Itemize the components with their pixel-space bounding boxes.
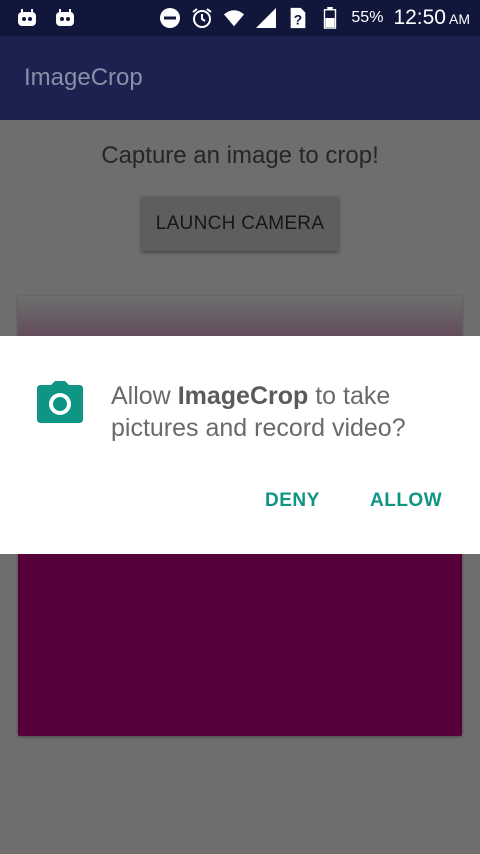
app-title: ImageCrop [24, 64, 143, 91]
status-bar: ? 55% 12:50 AM [0, 0, 480, 36]
launch-camera-button[interactable]: LAUNCH CAMERA [141, 196, 339, 251]
permission-message: Allow ImageCrop to take pictures and rec… [111, 380, 461, 444]
clock-ampm: AM [449, 11, 470, 27]
svg-text:?: ? [294, 12, 302, 27]
battery-icon [324, 7, 337, 29]
battery-percent: 55% [351, 9, 384, 26]
notification-icons [16, 9, 76, 27]
clock-time: 12:50 [393, 6, 446, 29]
camera-icon [37, 381, 83, 423]
app-bar: ImageCrop [0, 36, 480, 120]
allow-button[interactable]: ALLOW [370, 490, 442, 512]
wifi-icon [224, 10, 245, 27]
sim-unknown-icon: ? [291, 7, 306, 29]
message-prefix: Allow [111, 382, 178, 410]
permission-dialog: Allow ImageCrop to take pictures and rec… [0, 336, 480, 554]
alarm-icon [192, 8, 213, 28]
capture-prompt: Capture an image to crop! [101, 142, 379, 169]
signal-icon [256, 8, 277, 28]
android-icon [56, 9, 74, 26]
message-app-name: ImageCrop [177, 382, 309, 410]
screen: ? 55% 12:50 AM ImageCrop Capture an image… [0, 0, 480, 854]
do-not-disturb-icon [160, 8, 181, 28]
clock: 12:50 AM [393, 6, 470, 30]
android-icon [18, 9, 36, 26]
deny-button[interactable]: DENY [265, 490, 320, 512]
system-icons: ? 55% 12:50 AM [159, 6, 470, 30]
